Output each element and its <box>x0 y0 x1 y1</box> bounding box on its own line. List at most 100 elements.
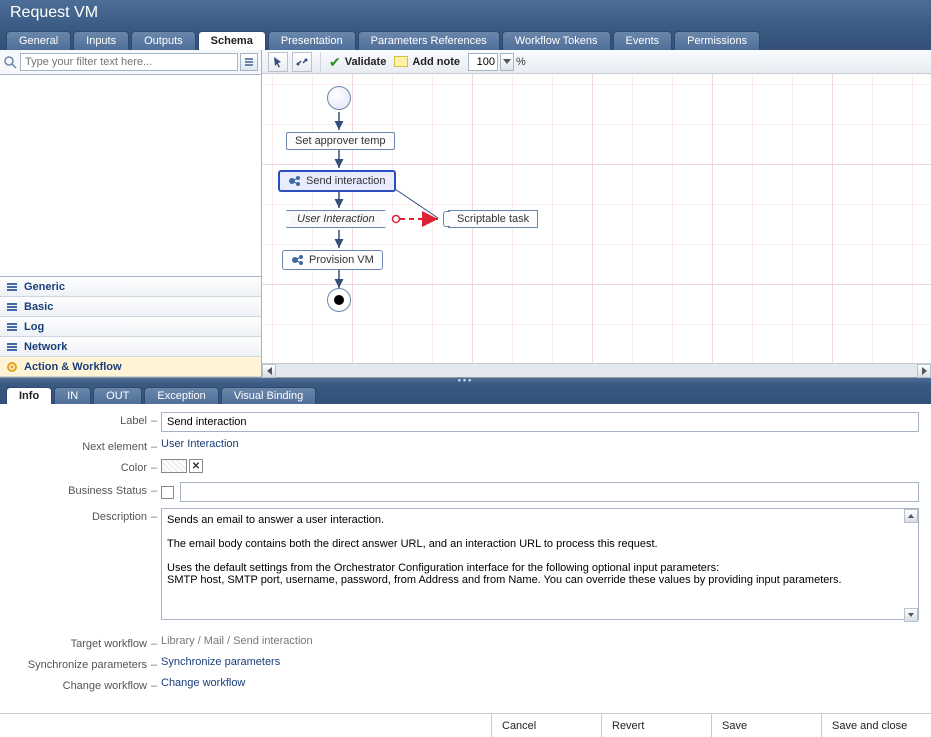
target-workflow-value: Library / Mail / Send interaction <box>161 635 313 647</box>
next-element-label: Next element <box>12 438 147 453</box>
textarea-scrollbar[interactable] <box>904 509 918 622</box>
canvas-scroll[interactable]: Set approver temp Send interaction User … <box>262 74 931 363</box>
top-tabstrip: General Inputs Outputs Schema Presentati… <box>0 28 931 50</box>
tab-presentation[interactable]: Presentation <box>268 31 356 50</box>
tab-inputs[interactable]: Inputs <box>73 31 129 50</box>
synchronize-parameters-link[interactable]: Synchronize parameters <box>161 656 280 668</box>
details-tabstrip: Info IN OUT Exception Visual Binding <box>0 384 931 404</box>
add-note-label: Add note <box>412 56 460 68</box>
palette-item-generic[interactable]: Generic <box>0 277 261 297</box>
category-icon <box>6 281 18 293</box>
tab-parameters-references[interactable]: Parameters References <box>358 31 500 50</box>
horizontal-splitter[interactable] <box>0 378 931 384</box>
start-node[interactable] <box>327 86 351 110</box>
save-and-close-button[interactable]: Save and close <box>821 714 931 737</box>
scroll-right-button[interactable] <box>917 364 931 378</box>
tab-visual-binding[interactable]: Visual Binding <box>221 387 317 404</box>
node-label: Provision VM <box>309 254 374 266</box>
workflow-icon <box>291 253 305 267</box>
link-tool-button[interactable] <box>292 52 312 72</box>
palette-item-basic[interactable]: Basic <box>0 297 261 317</box>
add-note-button[interactable]: Add note <box>394 56 460 68</box>
save-button[interactable]: Save <box>711 714 821 737</box>
check-icon: ✔ <box>329 55 341 69</box>
canvas-panel: ✔ Validate Add note % <box>262 50 931 377</box>
chevron-left-icon <box>267 367 272 375</box>
business-status-label: Business Status <box>12 482 147 497</box>
node-label: Send interaction <box>306 175 386 187</box>
palette-item-label: Basic <box>24 301 53 313</box>
description-textarea[interactable] <box>161 508 919 620</box>
revert-button[interactable]: Revert <box>601 714 711 737</box>
scroll-up-button[interactable] <box>904 509 918 523</box>
zoom-input[interactable] <box>468 53 498 71</box>
tab-permissions[interactable]: Permissions <box>674 31 760 50</box>
tab-events[interactable]: Events <box>613 31 673 50</box>
chevron-right-icon <box>922 367 927 375</box>
synchronize-parameters-label: Synchronize parameters <box>12 656 147 671</box>
canvas-toolbar: ✔ Validate Add note % <box>262 50 931 74</box>
tab-outputs[interactable]: Outputs <box>131 31 196 50</box>
gear-icon <box>6 361 18 373</box>
footer-bar: Cancel Revert Save Save and close <box>0 713 931 737</box>
workflow-canvas[interactable]: Set approver temp Send interaction User … <box>262 74 931 363</box>
tab-info[interactable]: Info <box>6 387 52 404</box>
node-send-interaction[interactable]: Send interaction <box>278 170 396 192</box>
category-icon <box>6 321 18 333</box>
zoom-dropdown-button[interactable] <box>500 53 514 71</box>
change-workflow-label: Change workflow <box>12 677 147 692</box>
label-input[interactable] <box>161 412 919 432</box>
pointer-tool-button[interactable] <box>268 52 288 72</box>
tab-general[interactable]: General <box>6 31 71 50</box>
palette-item-network[interactable]: Network <box>0 337 261 357</box>
workflow-icon <box>288 174 302 188</box>
change-workflow-link[interactable]: Change workflow <box>161 677 245 689</box>
info-form: Label – Next element – User Interaction … <box>0 404 931 704</box>
category-icon <box>6 301 18 313</box>
color-label: Color <box>12 459 147 474</box>
target-workflow-label: Target workflow <box>12 635 147 650</box>
palette-item-log[interactable]: Log <box>0 317 261 337</box>
node-set-approver-temp[interactable]: Set approver temp <box>286 132 395 150</box>
canvas-viewport: Set approver temp Send interaction User … <box>262 74 931 363</box>
palette-blank-area <box>0 75 261 276</box>
filter-input[interactable] <box>20 53 238 71</box>
business-status-input[interactable] <box>180 482 919 502</box>
tab-exception[interactable]: Exception <box>144 387 218 404</box>
color-clear-button[interactable]: ✕ <box>189 459 203 473</box>
label-field-label: Label <box>12 412 147 427</box>
cancel-button[interactable]: Cancel <box>491 714 601 737</box>
next-element-link[interactable]: User Interaction <box>161 438 239 450</box>
palette-item-label: Action & Workflow <box>24 361 122 373</box>
palette-item-label: Generic <box>24 281 65 293</box>
palette-item-label: Network <box>24 341 67 353</box>
tab-out[interactable]: OUT <box>93 387 142 404</box>
search-icon <box>3 55 17 69</box>
end-node[interactable] <box>327 288 351 312</box>
business-status-checkbox[interactable] <box>161 486 174 499</box>
tab-in[interactable]: IN <box>54 387 91 404</box>
color-swatch[interactable] <box>161 459 187 473</box>
palette-item-action-workflow[interactable]: Action & Workflow <box>0 357 261 377</box>
palette-panel: Generic Basic Log Network Action & Workf… <box>0 50 262 377</box>
node-user-interaction[interactable]: User Interaction <box>286 210 386 228</box>
chevron-down-icon <box>503 59 511 64</box>
validate-button[interactable]: ✔ Validate <box>329 55 386 69</box>
scroll-down-button[interactable] <box>904 608 918 622</box>
tab-schema[interactable]: Schema <box>198 31 266 50</box>
node-scriptable-task[interactable]: Scriptable task <box>448 210 538 228</box>
description-label: Description <box>12 508 147 523</box>
node-provision-vm[interactable]: Provision VM <box>282 250 383 270</box>
filter-bar <box>0 50 261 75</box>
window-title: Request VM <box>0 0 931 28</box>
category-icon <box>6 341 18 353</box>
note-icon <box>394 56 408 67</box>
scroll-left-button[interactable] <box>262 364 276 378</box>
filter-options-button[interactable] <box>240 53 258 71</box>
main-split: Generic Basic Log Network Action & Workf… <box>0 50 931 378</box>
tab-workflow-tokens[interactable]: Workflow Tokens <box>502 31 611 50</box>
canvas-horizontal-scrollbar[interactable] <box>262 363 931 377</box>
zoom-control: % <box>468 53 526 71</box>
palette-item-label: Log <box>24 321 44 333</box>
palette-list: Generic Basic Log Network Action & Workf… <box>0 276 261 377</box>
